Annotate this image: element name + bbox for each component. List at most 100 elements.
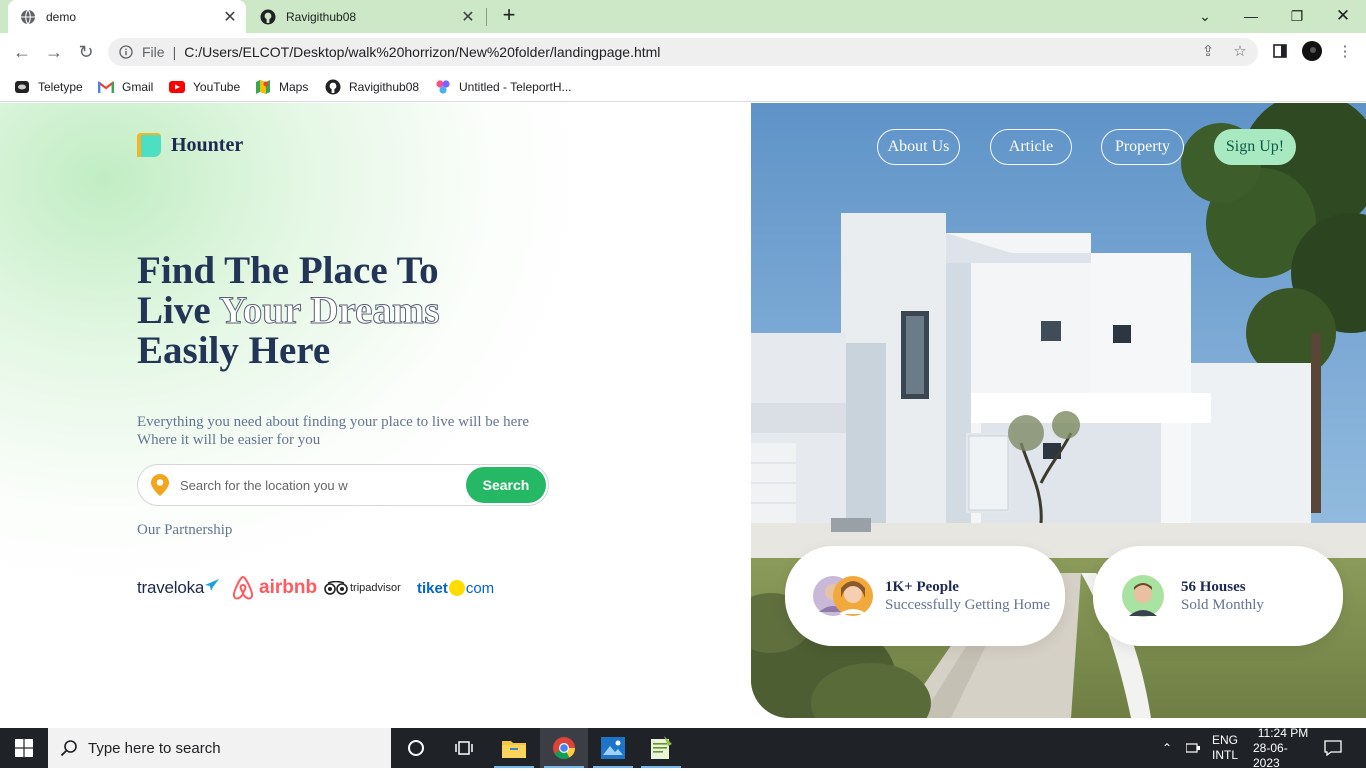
partnership-label: Our Partnership (137, 522, 233, 538)
bookmark-label: YouTube (193, 80, 241, 94)
clock[interactable]: 11:24 PM 28-06-2023 (1253, 725, 1313, 770)
clock-date: 28-06-2023 (1253, 740, 1288, 770)
bookmark-gmail[interactable]: Gmail (98, 76, 153, 98)
traveloka-wordmark: traveloka (137, 578, 205, 597)
chrome-taskbar-icon[interactable] (540, 728, 588, 768)
stat-people-value: 1K+ People (885, 578, 959, 595)
avatar (1122, 575, 1164, 617)
restore-button[interactable]: ❐ (1274, 0, 1320, 32)
nav-about-us[interactable]: About Us (877, 129, 960, 165)
bookmark-label: Gmail (122, 80, 154, 94)
language-line-1: ENG (1212, 733, 1239, 747)
hero-line-2-start: Live (137, 289, 219, 332)
stat-people-caption: Successfully Getting Home (885, 596, 1050, 613)
tiket-wordmark: tiket (417, 579, 448, 597)
notepad-plus-icon[interactable] (637, 728, 685, 768)
stat-card-people: 1K+ People Successfully Getting Home (785, 546, 1065, 646)
info-icon[interactable] (118, 44, 134, 60)
hero-outline-text: Your Dreams (218, 289, 440, 332)
nav-article[interactable]: Article (990, 129, 1072, 165)
file-explorer-icon[interactable] (490, 728, 538, 768)
side-panel-icon[interactable] (1270, 41, 1290, 61)
tripadvisor-owl-icon (324, 581, 348, 595)
tripadvisor-logo: tripadvisor (324, 573, 401, 603)
bookmark-star-icon[interactable]: ☆ (1230, 41, 1250, 61)
tab-title: demo (46, 9, 77, 24)
task-view-icon[interactable] (440, 728, 488, 768)
bookmark-teletype[interactable]: Teletype (14, 76, 83, 98)
close-window-button[interactable]: ✕ (1320, 0, 1366, 32)
tab-title: Ravigithub08 (286, 9, 357, 24)
network-icon[interactable] (1186, 728, 1202, 768)
location-pin-icon (150, 474, 170, 496)
tab-search-icon[interactable]: ⌄ (1182, 0, 1228, 32)
tiket-dot-icon (448, 580, 465, 596)
cortana-icon[interactable] (392, 728, 440, 768)
address-bar[interactable]: File | C:/Users/ELCOT/Desktop/walk%20hor… (108, 38, 1258, 66)
tray-overflow-icon[interactable]: ⌃ (1162, 728, 1172, 768)
bookmark-label: Maps (279, 80, 309, 94)
bookmark-label: Ravigithub08 (349, 80, 420, 94)
stat-houses-caption: Sold Monthly (1181, 596, 1264, 613)
location-search-bar: Search (137, 464, 549, 506)
back-icon[interactable]: ← (11, 41, 33, 63)
hero-line-3: Easily Here (137, 329, 331, 372)
taskbar-search-box[interactable]: Type here to search (48, 728, 391, 768)
brand-logo[interactable]: Hounter (137, 133, 243, 157)
stat-card-houses: 56 Houses Sold Monthly (1093, 546, 1343, 646)
brand-name: Hounter (171, 133, 244, 156)
hero-subtitle: Everything you need about finding your p… (137, 413, 577, 449)
github-icon (325, 79, 341, 95)
sign-up-button[interactable]: Sign Up! (1214, 129, 1296, 165)
airbnb-belo-icon (232, 575, 254, 600)
forward-icon[interactable]: → (43, 41, 65, 63)
bookmark-ravigithub08[interactable]: Ravigithub08 (325, 76, 419, 98)
traveloka-bird-icon (205, 579, 220, 591)
taskbar-search-placeholder: Type here to search (88, 739, 221, 757)
search-button[interactable]: Search (466, 467, 546, 503)
agent-avatar-wrapper (1121, 574, 1165, 618)
notification-center-icon[interactable] (1324, 728, 1342, 768)
photos-icon[interactable] (589, 728, 637, 768)
close-tab-icon[interactable]: ✕ (220, 7, 240, 27)
subtitle-line-2: Where it will be easier for you (137, 432, 321, 448)
language-indicator[interactable]: ENG INTL (1212, 728, 1238, 768)
share-icon[interactable]: ⇪ (1198, 41, 1218, 61)
profile-avatar[interactable] (1302, 41, 1322, 61)
language-line-2: INTL (1212, 748, 1239, 762)
new-tab-button[interactable]: + (498, 4, 520, 27)
bookmark-teleporthq[interactable]: Untitled - TeleportH... (435, 76, 572, 98)
minimize-button[interactable]: — (1228, 0, 1274, 32)
close-tab-icon[interactable]: ✕ (458, 7, 478, 27)
tripadvisor-wordmark: tripadvisor (350, 582, 401, 594)
menu-kebab-icon[interactable]: ⋮ (1335, 41, 1355, 61)
clock-time: 11:24 PM (1257, 725, 1309, 740)
teleporthq-icon (435, 79, 451, 95)
bookmark-maps[interactable]: Maps (255, 76, 308, 98)
reload-icon[interactable]: ↻ (75, 41, 97, 63)
subtitle-line-1: Everything you need about finding your p… (137, 414, 529, 430)
tab-ravigithub08[interactable]: Ravigithub08 ✕ (248, 0, 484, 33)
logo-icon (137, 133, 161, 157)
github-icon (260, 9, 276, 25)
maps-icon (255, 79, 271, 95)
windows-taskbar: Type here to search ⌃ ENG INTL 11:24 PM … (0, 725, 1366, 770)
location-search-input[interactable] (180, 477, 356, 493)
hero-line-2: Live Your Dreams (137, 289, 440, 332)
tab-divider (486, 8, 487, 26)
tab-strip: demo ✕ Ravigithub08 ✕ + ⌄ — ❐ ✕ (0, 0, 1366, 33)
stat-text: 1K+ People Successfully Getting Home (885, 579, 1050, 614)
nav-property[interactable]: Property (1101, 129, 1184, 165)
bookmark-label: Untitled - TeleportH... (459, 80, 572, 94)
bookmark-youtube[interactable]: YouTube (169, 76, 240, 98)
search-icon (60, 739, 78, 757)
youtube-icon (169, 79, 185, 95)
tiket-logo: tiket com (417, 573, 494, 603)
traveloka-logo: traveloka (137, 573, 220, 603)
windows-start-icon[interactable] (0, 728, 48, 768)
address-separator: | (172, 44, 177, 60)
tab-demo[interactable]: demo ✕ (8, 0, 246, 33)
landing-page: Hounter Find The Place To Live Your Drea… (0, 103, 1366, 728)
customer-avatars (813, 574, 873, 618)
browser-toolbar: ← → ↻ File | C:/Users/ELCOT/Desktop/walk… (0, 33, 1366, 71)
